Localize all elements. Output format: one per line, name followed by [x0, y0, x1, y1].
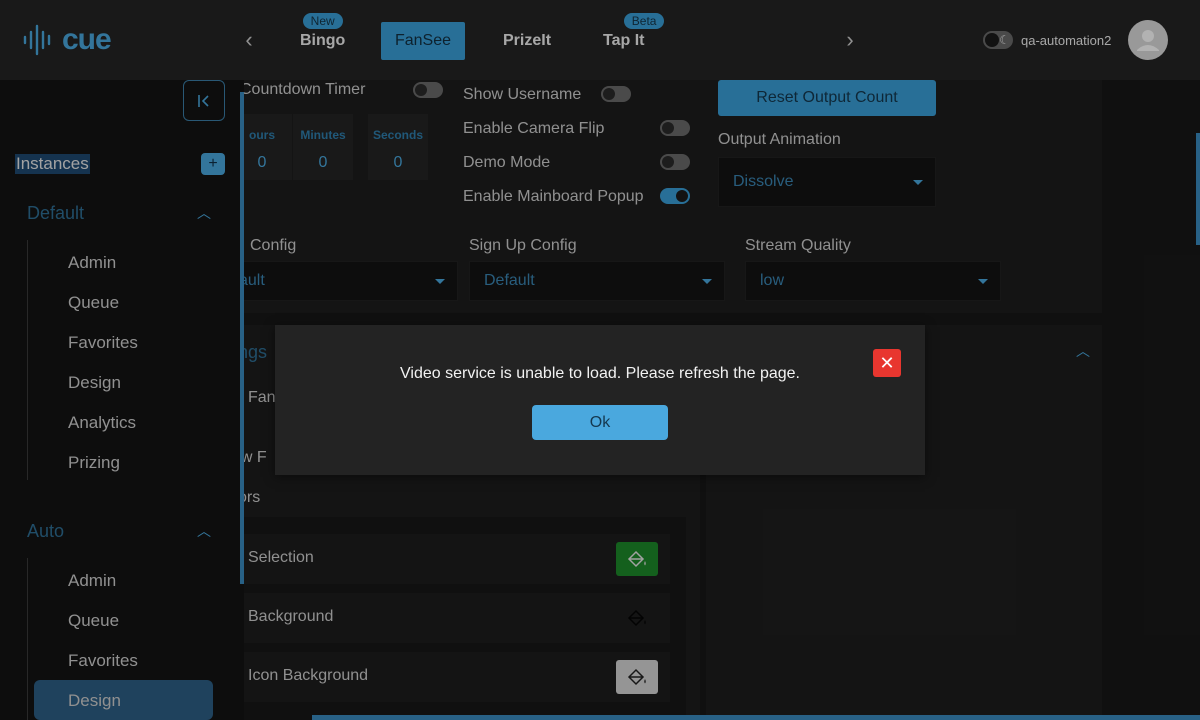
close-modal-button[interactable]: ✕	[873, 349, 901, 377]
ok-button[interactable]: Ok	[532, 405, 668, 440]
modal-message: Video service is unable to load. Please …	[400, 365, 800, 382]
error-modal: Video service is unable to load. Please …	[275, 325, 925, 475]
